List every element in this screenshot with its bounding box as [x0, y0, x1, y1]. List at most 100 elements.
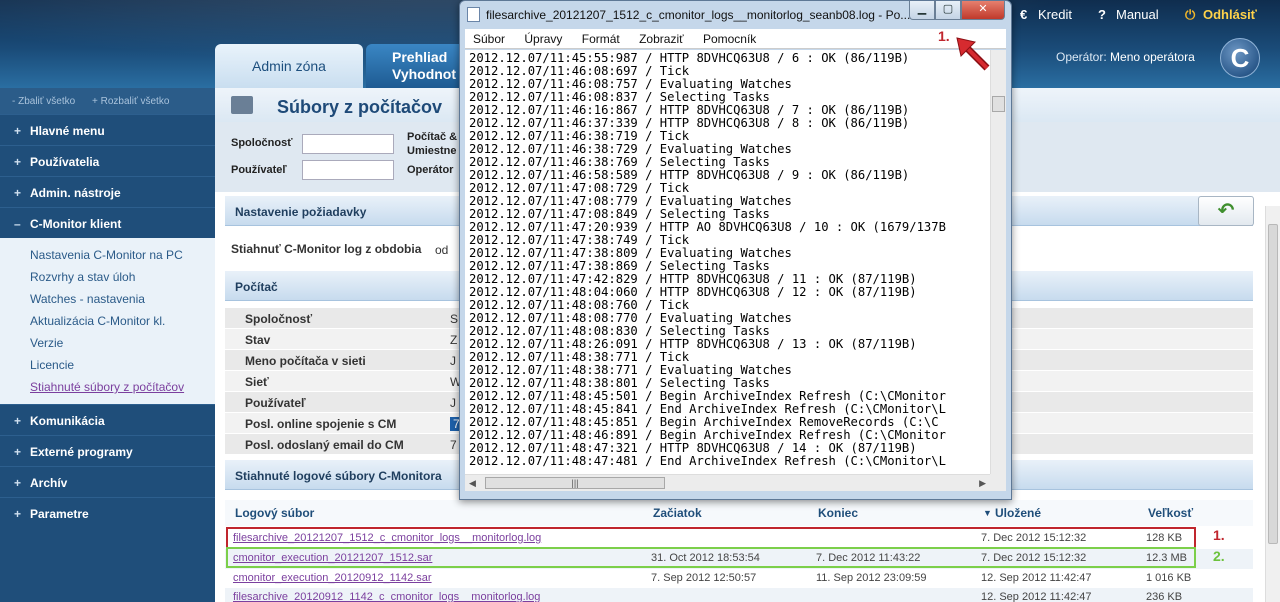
- sidebar-item-users[interactable]: + Používatelia: [0, 145, 215, 176]
- sidebar-submenu: Nastavenia C-Monitor na PC Rozvrhy a sta…: [0, 238, 215, 404]
- user-filter-input[interactable]: [302, 160, 394, 180]
- sidebar-item-archive[interactable]: + Archív: [0, 466, 215, 497]
- menu-format[interactable]: Formát: [582, 32, 620, 46]
- sidebar-item-admin-tools[interactable]: + Admin. nástroje: [0, 176, 215, 207]
- highlight-red-box: [226, 527, 1196, 549]
- minimize-button[interactable]: ▁: [909, 1, 935, 20]
- row-value: J: [450, 396, 456, 410]
- col-saved[interactable]: Uložené: [995, 506, 1041, 520]
- computer-files-icon: [231, 96, 253, 114]
- row-value: S: [450, 312, 459, 326]
- row-label: Meno počítača v sieti: [245, 354, 366, 368]
- menu-kredit[interactable]: € Kredit: [1020, 7, 1072, 22]
- sidebar-subitem-watches[interactable]: Watches - nastavenia: [0, 288, 215, 310]
- back-button[interactable]: ↶: [1198, 196, 1254, 226]
- notepad-vertical-scrollbar[interactable]: [990, 50, 1006, 474]
- menu-edit[interactable]: Úpravy: [524, 32, 562, 46]
- close-icon: ✕: [978, 3, 988, 15]
- row-label: Používateľ: [245, 396, 306, 410]
- back-arrow-icon: ↶: [1217, 200, 1235, 222]
- row-label: Spoločnosť: [245, 312, 313, 326]
- row-value: 7: [450, 438, 457, 452]
- menu-file[interactable]: Súbor: [473, 32, 505, 46]
- minus-icon: –: [14, 217, 21, 231]
- expand-all-link[interactable]: + Rozbaliť všetko: [92, 96, 169, 107]
- scrollbar-thumb[interactable]: [992, 96, 1005, 112]
- scrollbar-thumb[interactable]: |||: [485, 477, 665, 489]
- notepad-text-area[interactable]: 2012.12.07/11:45:55:987 / HTTP 8DVHCQ63U…: [465, 50, 990, 474]
- sidebar-item-label: Komunikácia: [30, 414, 105, 428]
- scroll-left-icon[interactable]: ◀: [469, 478, 476, 489]
- sidebar-tools: - Zbaliť všetko + Rozbaliť všetko: [0, 88, 215, 114]
- sidebar-subitem-update[interactable]: Aktualizácia C-Monitor kl.: [0, 310, 215, 332]
- row-value: Z: [450, 333, 458, 347]
- sidebar-subitem-downloaded-files[interactable]: Stiahnuté súbory z počítačov: [0, 376, 215, 398]
- red-arrow-icon: [956, 37, 990, 71]
- sidebar-subitem-schedules[interactable]: Rozvrhy a stav úloh: [0, 266, 215, 288]
- col-end[interactable]: Koniec: [818, 506, 858, 520]
- highlight-green-box: [226, 547, 1196, 568]
- sort-desc-icon: ▼: [983, 508, 992, 518]
- resize-grip[interactable]: [990, 474, 1006, 491]
- scroll-right-icon[interactable]: ▶: [979, 478, 986, 489]
- cell-saved: 12. Sep 2012 11:42:47: [981, 591, 1092, 602]
- collapse-all-link[interactable]: - Zbaliť všetko: [12, 96, 75, 107]
- cell-size: 236 KB: [1146, 591, 1183, 602]
- location-filter-label: Umiestne: [407, 145, 457, 157]
- notepad-horizontal-scrollbar[interactable]: ◀ ||| ▶: [465, 474, 990, 491]
- maximize-button[interactable]: ▢: [935, 1, 961, 20]
- sidebar-item-main-menu[interactable]: + Hlavné menu: [0, 114, 215, 145]
- company-filter-input[interactable]: [302, 134, 394, 154]
- app-logo: C: [1220, 38, 1260, 78]
- euro-icon: €: [1020, 7, 1028, 22]
- page-scrollbar[interactable]: [1265, 206, 1280, 602]
- col-size[interactable]: Veľkosť: [1148, 506, 1193, 520]
- col-start[interactable]: Začiatok: [653, 506, 702, 520]
- sidebar-item-label: Používatelia: [30, 155, 100, 169]
- file-link[interactable]: filesarchive_20120912_1142_c_cmonitor_lo…: [233, 591, 540, 602]
- plus-icon: +: [14, 155, 22, 169]
- plus-icon: +: [14, 445, 22, 459]
- notepad-window: filesarchive_20121207_1512_c_cmonitor_lo…: [459, 0, 1012, 500]
- operator-filter-label: Operátor: [407, 164, 454, 176]
- sidebar-item-label: Hlavné menu: [30, 124, 105, 138]
- cell-saved: 12. Sep 2012 11:42:47: [981, 572, 1092, 584]
- sidebar-subitem-licences[interactable]: Licencie: [0, 354, 215, 376]
- annotation-one: 1.: [1213, 527, 1225, 543]
- menu-logout[interactable]: ⏻ Odhlásiť: [1185, 7, 1257, 23]
- tab-overview[interactable]: Prehliad Vyhodnot: [366, 44, 466, 88]
- scrollbar-thumb[interactable]: [1268, 224, 1278, 544]
- sidebar-item-label: Parametre: [30, 507, 89, 521]
- logs-table-header: Logový súbor Začiatok Koniec ▼ Uložené V…: [225, 500, 1253, 526]
- left-sidebar: - Zbaliť všetko + Rozbaliť všetko + Hlavn…: [0, 88, 215, 602]
- col-file[interactable]: Logový súbor: [235, 506, 314, 520]
- sidebar-item-communication[interactable]: + Komunikácia: [0, 404, 215, 435]
- sidebar-item-cmonitor-client[interactable]: – C-Monitor klient: [0, 207, 215, 238]
- sidebar-item-external-programs[interactable]: + Externé programy: [0, 435, 215, 466]
- table-row[interactable]: filesarchive_20120912_1142_c_cmonitor_lo…: [225, 588, 1253, 602]
- menu-manual-label: Manual: [1116, 7, 1159, 22]
- row-label: Stav: [245, 333, 271, 347]
- notepad-title: filesarchive_20121207_1512_c_cmonitor_lo…: [486, 8, 911, 22]
- menu-view[interactable]: Zobraziť: [639, 32, 684, 46]
- cell-size: 1 016 KB: [1146, 572, 1192, 584]
- company-filter-label: Spoločnosť: [231, 137, 293, 149]
- menu-help[interactable]: Pomocník: [703, 32, 756, 46]
- row-label: Posl. online spojenie s CM: [245, 417, 397, 431]
- log-line: 2012.12.07/11:48:47:481 / End ArchiveInd…: [469, 454, 946, 468]
- close-button[interactable]: ✕: [961, 1, 1005, 20]
- sidebar-subitem-settings[interactable]: Nastavenia C-Monitor na PC: [0, 244, 215, 266]
- sidebar-subitem-versions[interactable]: Verzie: [0, 332, 215, 354]
- file-link[interactable]: cmonitor_execution_20120912_1142.sar: [233, 572, 432, 584]
- table-row[interactable]: cmonitor_execution_20120912_1142.sar 7. …: [225, 569, 1253, 589]
- sidebar-item-parameters[interactable]: + Parametre: [0, 497, 215, 528]
- sidebar-item-label: C-Monitor klient: [30, 217, 122, 231]
- cell-end: 11. Sep 2012 23:09:59: [816, 572, 927, 584]
- plus-icon: +: [14, 507, 22, 521]
- plus-icon: +: [14, 124, 22, 138]
- tab-admin-zone[interactable]: Admin zóna: [215, 44, 363, 88]
- operator-name: Meno operátora: [1110, 50, 1195, 64]
- operator-info: Operátor: Meno operátora: [1056, 50, 1195, 64]
- menu-manual[interactable]: ? Manual: [1098, 7, 1159, 22]
- sidebar-item-label: Externé programy: [30, 445, 133, 459]
